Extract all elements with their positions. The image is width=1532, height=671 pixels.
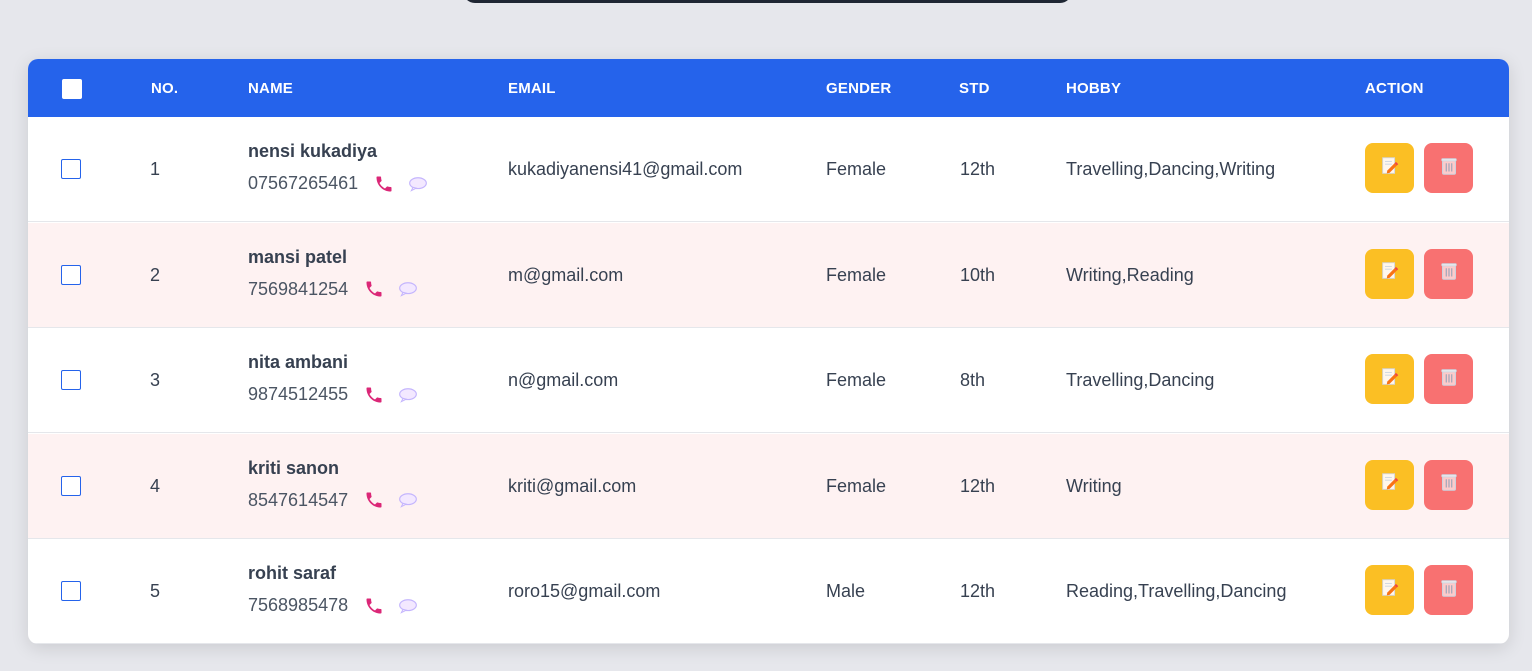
- phone-icon[interactable]: [364, 490, 384, 510]
- contact-line: 9874512455: [248, 384, 418, 405]
- student-name: nensi kukadiya: [248, 141, 378, 161]
- column-header-action: ACTION: [1365, 80, 1424, 97]
- phone-number: 7568985478: [248, 595, 349, 615]
- edit-pencil-icon: [1379, 366, 1401, 393]
- column-header-hobby: HOBBY: [1066, 80, 1122, 97]
- student-name: kriti sanon: [248, 457, 340, 478]
- phone-number: 8547614547: [248, 489, 349, 510]
- students-table: NO. NAME EMAIL GENDER STD HOBBY ACTION 1…: [28, 59, 1509, 644]
- table-row: 5 rohit saraf 7568985478 roro15@gmail.com Ma…: [28, 539, 1509, 644]
- chat-bubble-icon[interactable]: [398, 492, 418, 508]
- row-number: 4: [150, 475, 161, 496]
- delete-button[interactable]: [1424, 354, 1473, 404]
- column-header-std: STD: [959, 80, 990, 97]
- email-cell: kukadiyanensi41@gmail.com: [508, 159, 743, 179]
- edit-button[interactable]: [1365, 143, 1414, 193]
- edit-pencil-icon: [1379, 577, 1401, 604]
- column-header-email: EMAIL: [508, 80, 556, 97]
- student-name: nita ambani: [248, 352, 349, 372]
- delete-button[interactable]: [1424, 248, 1473, 299]
- contact-line: 07567265461: [248, 173, 428, 194]
- chat-bubble-icon[interactable]: [408, 176, 428, 192]
- delete-button[interactable]: [1424, 143, 1473, 193]
- std-cell: 12th: [960, 159, 996, 179]
- email-cell: n@gmail.com: [508, 370, 619, 390]
- student-name: mansi patel: [248, 246, 348, 267]
- top-navigation-bar: [463, 0, 1072, 3]
- email-cell: roro15@gmail.com: [508, 581, 661, 601]
- std-cell: 12th: [960, 475, 996, 496]
- phone-icon[interactable]: [374, 174, 394, 194]
- row-checkbox[interactable]: [61, 475, 81, 496]
- table-row: 2 mansi patel 7569841254 m@gmail.com Female 1…: [28, 222, 1509, 328]
- row-number: 3: [150, 370, 161, 390]
- row-checkbox[interactable]: [61, 264, 81, 285]
- row-number: 2: [150, 264, 161, 285]
- edit-button[interactable]: [1365, 354, 1414, 404]
- hobby-cell: Travelling,Dancing,Writing: [1066, 159, 1276, 179]
- edit-button[interactable]: [1365, 565, 1414, 615]
- phone-icon[interactable]: [364, 385, 384, 405]
- trash-icon: [1438, 577, 1460, 604]
- hobby-cell: Writing: [1066, 475, 1122, 496]
- hobby-cell: Reading,Travelling,Dancing: [1066, 581, 1287, 601]
- row-checkbox[interactable]: [61, 159, 81, 179]
- trash-icon: [1438, 260, 1460, 287]
- chat-bubble-icon[interactable]: [398, 598, 418, 614]
- std-cell: 12th: [960, 581, 996, 601]
- std-cell: 8th: [960, 370, 986, 390]
- row-checkbox[interactable]: [61, 370, 81, 390]
- gender-cell: Female: [826, 159, 887, 179]
- column-header-gender: GENDER: [826, 80, 892, 97]
- phone-number: 7569841254: [248, 278, 349, 299]
- gender-cell: Male: [826, 581, 866, 601]
- select-all-checkbox[interactable]: [62, 79, 82, 99]
- edit-pencil-icon: [1379, 155, 1401, 182]
- chat-bubble-icon[interactable]: [398, 387, 418, 403]
- email-cell: m@gmail.com: [508, 264, 624, 285]
- std-cell: 10th: [960, 264, 996, 285]
- table-header: NO. NAME EMAIL GENDER STD HOBBY ACTION: [28, 59, 1509, 117]
- edit-button[interactable]: [1365, 459, 1414, 510]
- contact-line: 7568985478: [248, 595, 418, 616]
- delete-button[interactable]: [1424, 565, 1473, 615]
- table-row: 1 nensi kukadiya 07567265461 kukadiyanensi4…: [28, 117, 1509, 222]
- hobby-cell: Travelling,Dancing: [1066, 370, 1215, 390]
- contact-line: 7569841254: [248, 279, 418, 300]
- edit-pencil-icon: [1379, 471, 1401, 498]
- trash-icon: [1438, 471, 1460, 498]
- trash-icon: [1438, 155, 1460, 182]
- column-header-no: NO.: [151, 80, 179, 97]
- table-row: 4 kriti sanon 8547614547 kriti@gmail.com Fem…: [28, 433, 1509, 539]
- phone-number: 07567265461: [248, 173, 359, 193]
- email-cell: kriti@gmail.com: [508, 475, 637, 496]
- contact-line: 8547614547: [248, 490, 418, 511]
- chat-bubble-icon[interactable]: [398, 281, 418, 297]
- gender-cell: Female: [826, 475, 887, 496]
- trash-icon: [1438, 366, 1460, 393]
- delete-button[interactable]: [1424, 459, 1473, 510]
- hobby-cell: Writing,Reading: [1066, 264, 1194, 285]
- column-header-name: NAME: [248, 80, 293, 97]
- row-number: 1: [150, 159, 161, 179]
- phone-number: 9874512455: [248, 384, 349, 404]
- row-checkbox[interactable]: [61, 581, 81, 601]
- gender-cell: Female: [826, 370, 887, 390]
- edit-button[interactable]: [1365, 248, 1414, 299]
- student-name: rohit saraf: [248, 563, 337, 583]
- phone-icon[interactable]: [364, 596, 384, 616]
- gender-cell: Female: [826, 264, 887, 285]
- phone-icon[interactable]: [364, 279, 384, 299]
- row-number: 5: [150, 581, 161, 601]
- table-row: 3 nita ambani 9874512455 n@gmail.com Female 8…: [28, 328, 1509, 433]
- edit-pencil-icon: [1379, 260, 1401, 287]
